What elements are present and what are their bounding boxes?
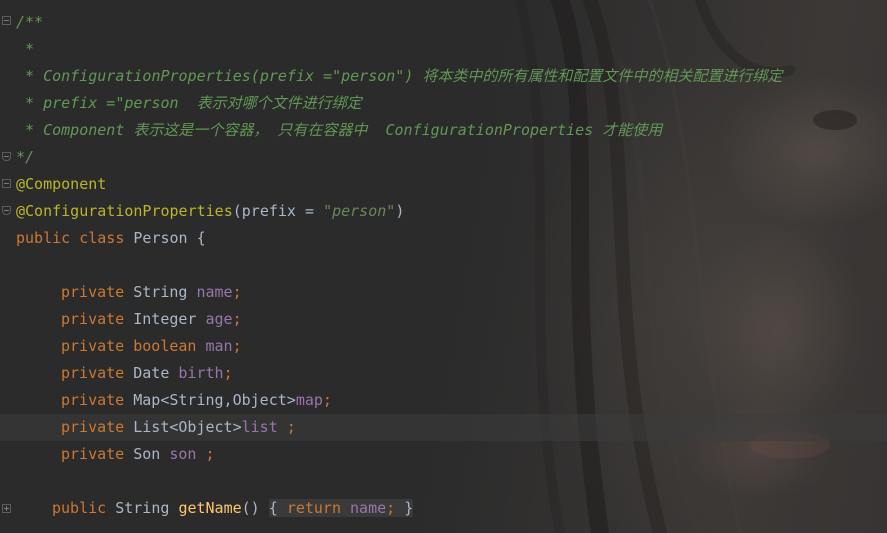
method-declaration: public String getName() { return name; } xyxy=(52,495,414,522)
field-name: map xyxy=(295,391,323,409)
keyword: return xyxy=(286,499,341,517)
field-type: boolean xyxy=(133,337,197,355)
paren: ) xyxy=(395,202,405,220)
semicolon: ; xyxy=(277,418,296,436)
doc-comment-open: /** xyxy=(16,13,44,31)
semicolon: ; xyxy=(232,310,242,328)
field-name: name xyxy=(196,283,233,301)
field-declaration: private boolean man; xyxy=(61,333,242,360)
keyword: public xyxy=(16,229,71,247)
semicolon: ; xyxy=(386,499,396,517)
keyword: private xyxy=(61,337,125,355)
field-type: Map<String,Object> xyxy=(133,391,296,409)
field-type: Integer xyxy=(133,310,197,328)
brace: { xyxy=(268,499,278,517)
semicolon: ; xyxy=(232,337,242,355)
field-name: son xyxy=(169,445,197,463)
code-line: * xyxy=(16,36,34,63)
keyword: private xyxy=(61,445,125,463)
field-ref: name xyxy=(350,499,387,517)
field-type: Son xyxy=(133,445,161,463)
code-editor[interactable]: /** * * ConfigurationProperties(prefix =… xyxy=(0,0,887,533)
keyword: private xyxy=(61,310,125,328)
keyword: public xyxy=(52,499,107,517)
field-declaration: private Date birth; xyxy=(61,360,233,387)
doc-comment-text: * ConfigurationProperties(prefix ="perso… xyxy=(16,67,783,85)
method-name[interactable]: getName xyxy=(178,499,241,517)
keyword: private xyxy=(61,283,125,301)
field-name: age xyxy=(205,310,233,328)
field-type: String xyxy=(133,283,188,301)
semicolon: ; xyxy=(232,283,242,301)
paren: ( xyxy=(232,202,242,220)
code-line: * prefix ="person 表示对哪个文件进行绑定 xyxy=(16,90,362,117)
class-name: Person xyxy=(133,229,188,247)
fold-end-icon[interactable] xyxy=(2,152,11,161)
fold-end-icon[interactable] xyxy=(2,206,11,215)
field-name: list xyxy=(241,418,278,436)
field-declaration: private List<Object>list ; xyxy=(61,414,296,441)
keyword: private xyxy=(61,391,125,409)
fold-marker-icon[interactable] xyxy=(2,16,11,25)
fold-marker-icon[interactable] xyxy=(2,179,11,188)
code-line: */ xyxy=(16,144,34,171)
keyword: private xyxy=(61,364,125,382)
code-line: * ConfigurationProperties(prefix ="perso… xyxy=(16,63,782,90)
annotation-component: @Component xyxy=(16,175,107,193)
string-literal: "person" xyxy=(323,202,396,220)
annotation-param: prefix xyxy=(241,202,296,220)
field-declaration: private Son son ; xyxy=(61,441,215,468)
return-type: String xyxy=(115,499,170,517)
code-line: * Component 表示这是一个容器， 只有在容器中 Configurati… xyxy=(16,117,662,144)
field-declaration: private Map<String,Object>map; xyxy=(61,387,332,414)
annotation-configuration-properties: @ConfigurationProperties xyxy=(16,202,233,220)
doc-comment-close: */ xyxy=(16,148,35,166)
doc-comment-text: * prefix ="person 表示对哪个文件进行绑定 xyxy=(16,94,362,112)
fold-expand-icon[interactable] xyxy=(2,504,11,513)
field-name: birth xyxy=(178,364,224,382)
fold-gutter xyxy=(0,0,14,533)
field-name: man xyxy=(205,337,233,355)
doc-comment-text: * Component 表示这是一个容器， 只有在容器中 Configurati… xyxy=(16,121,663,139)
doc-comment-text: * xyxy=(16,40,35,58)
semicolon: ; xyxy=(223,364,233,382)
code-line: @ConfigurationProperties(prefix = "perso… xyxy=(16,198,404,225)
class-declaration: public class Person { xyxy=(16,225,206,252)
parens: () xyxy=(241,499,260,517)
semicolon: ; xyxy=(322,391,332,409)
brace: { xyxy=(196,229,206,247)
keyword: private xyxy=(61,418,125,436)
field-declaration: private Integer age; xyxy=(61,306,242,333)
field-type: Date xyxy=(133,364,170,382)
code-line: /** xyxy=(16,9,43,36)
field-type: List<Object> xyxy=(133,418,242,436)
code-line: @Component xyxy=(16,171,106,198)
brace: } xyxy=(404,499,414,517)
keyword: class xyxy=(79,229,125,247)
operator: = xyxy=(295,202,324,220)
field-declaration: private String name; xyxy=(61,279,242,306)
folded-method-body[interactable]: { return name; } xyxy=(268,499,414,517)
semicolon: ; xyxy=(196,445,215,463)
